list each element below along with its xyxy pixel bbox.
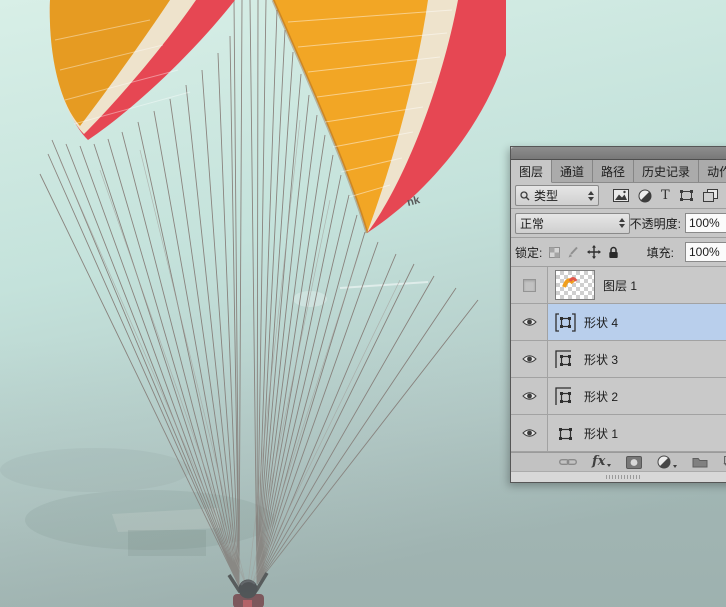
panel-resize-grip[interactable] — [511, 471, 726, 482]
shape-layer-icon — [555, 350, 576, 369]
layer-mask-icon — [626, 456, 642, 469]
lock-transparent-pixels-icon[interactable] — [549, 247, 560, 258]
chevron-updown-icon — [619, 218, 625, 228]
eye-icon — [522, 354, 537, 364]
lock-label: 锁定: — [515, 244, 542, 261]
visibility-toggle[interactable] — [511, 378, 548, 414]
shape-layer-icon — [555, 313, 576, 332]
type-layer-filter-icon[interactable]: T — [661, 188, 670, 203]
layer-row-shape4[interactable]: 形状 4 — [511, 304, 726, 341]
fill-field[interactable]: 100% — [685, 242, 726, 262]
tab-channels[interactable]: 通道 — [552, 160, 593, 182]
panel-tab-strip: 图层 通道 路径 历史记录 动作 — [511, 160, 726, 183]
search-icon — [520, 191, 530, 201]
eye-icon — [522, 391, 537, 401]
add-layer-mask-button[interactable] — [626, 456, 642, 469]
shape-layer-filter-icon[interactable] — [679, 189, 694, 202]
tab-history[interactable]: 历史记录 — [634, 160, 699, 182]
new-adjustment-layer-button[interactable] — [657, 455, 677, 469]
paint-stroke-thumbnail — [556, 271, 592, 297]
chevron-updown-icon — [588, 191, 594, 201]
eye-icon — [522, 428, 537, 438]
tab-paths[interactable]: 路径 — [593, 160, 634, 182]
tab-actions[interactable]: 动作 — [699, 160, 726, 182]
layers-list: 图层 1 形状 4 — [511, 267, 726, 452]
opacity-field[interactable]: 100% — [685, 213, 726, 233]
eye-icon — [522, 317, 537, 327]
layer-row-shape2[interactable]: 形状 2 — [511, 378, 726, 415]
visibility-toggle[interactable] — [511, 304, 548, 340]
lock-position-move-icon[interactable] — [587, 245, 601, 259]
fx-icon: fx — [592, 456, 605, 468]
fill-label: 填充: — [647, 244, 674, 261]
blend-mode-value: 正常 — [520, 215, 544, 232]
shape-layer-icon — [555, 387, 576, 406]
opacity-value: 100% — [689, 216, 720, 230]
visibility-empty-box — [523, 279, 536, 292]
link-layers-button[interactable] — [559, 457, 577, 467]
grip-dots — [606, 475, 642, 479]
layer-name: 形状 1 — [584, 425, 618, 442]
layer-name: 形状 2 — [584, 388, 618, 405]
link-icon — [559, 457, 577, 467]
lock-row: 锁定: 填充: 100% — [511, 238, 726, 267]
layer-style-button[interactable]: fx — [592, 456, 611, 468]
pixel-layer-filter-icon[interactable] — [613, 189, 629, 202]
layer-name: 图层 1 — [603, 277, 637, 294]
adjustment-layer-icon — [657, 455, 671, 469]
panel-bottom-bar: fx — [511, 452, 726, 471]
panel-drag-bar[interactable] — [511, 147, 726, 160]
layer-thumbnail-transparent[interactable] — [555, 270, 595, 300]
layer-name: 形状 3 — [584, 351, 618, 368]
lock-image-pixels-brush-icon[interactable] — [567, 246, 580, 259]
chevron-down-icon — [673, 465, 677, 468]
smart-object-filter-icon[interactable] — [703, 189, 718, 202]
blend-mode-select[interactable]: 正常 — [515, 213, 630, 234]
shape-layer-icon — [555, 424, 576, 443]
layer-row-shape1[interactable]: 形状 1 — [511, 415, 726, 452]
layer-row-shape3[interactable]: 形状 3 — [511, 341, 726, 378]
layers-panel: 图层 通道 路径 历史记录 动作 类型 T — [510, 146, 726, 483]
filter-kind-select[interactable]: 类型 — [515, 185, 599, 206]
visibility-toggle[interactable] — [511, 341, 548, 377]
chevron-down-icon — [607, 464, 611, 467]
fill-value: 100% — [689, 245, 720, 259]
tab-layers[interactable]: 图层 — [511, 160, 552, 183]
folder-icon — [692, 456, 708, 468]
filter-row: 类型 T — [511, 183, 726, 209]
layer-name: 形状 4 — [584, 314, 618, 331]
blend-row: 正常 不透明度: 100% — [511, 209, 726, 238]
visibility-toggle[interactable] — [511, 415, 548, 451]
adjustment-layer-filter-icon[interactable] — [638, 189, 652, 203]
filter-kind-label: 类型 — [534, 187, 558, 204]
new-group-button[interactable] — [692, 456, 708, 468]
lock-all-icon[interactable] — [608, 246, 619, 259]
layer-row-layer1[interactable]: 图层 1 — [511, 267, 726, 304]
opacity-label: 不透明度: — [630, 215, 681, 232]
visibility-toggle[interactable] — [511, 267, 548, 303]
